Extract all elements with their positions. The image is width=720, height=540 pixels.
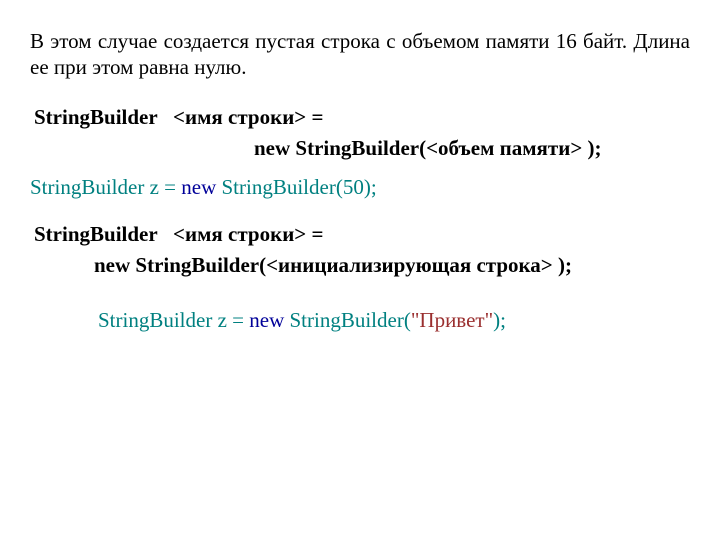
example1-navy: new (181, 175, 216, 199)
syntax2-constructor: new StringBuilder(<инициализирующая стро… (34, 253, 692, 278)
example2-navy: new (249, 308, 284, 332)
syntax1-constructor: new StringBuilder(<объем памяти> ); (34, 136, 692, 161)
example2-teal-a: StringBuilder z = (98, 308, 249, 332)
example-2: StringBuilder z = new StringBuilder("При… (28, 308, 692, 333)
syntax2-declaration: StringBuilder <имя строки> = (34, 222, 692, 247)
syntax1-declaration: StringBuilder <имя строки> = (34, 105, 692, 130)
example1-teal-a: StringBuilder z = (30, 175, 181, 199)
example2-teal-b: StringBuilder( (284, 308, 411, 332)
syntax-block-2: StringBuilder <имя строки> = new StringB… (34, 222, 692, 278)
example1-teal-b: StringBuilder(50); (216, 175, 376, 199)
intro-paragraph: В этом случае создается пустая строка с … (30, 28, 690, 81)
example2-maroon: "Привет" (411, 308, 493, 332)
syntax-block-1: StringBuilder <имя строки> = new StringB… (34, 105, 692, 161)
example-1: StringBuilder z = new StringBuilder(50); (30, 175, 692, 200)
example2-teal-c: ); (493, 308, 506, 332)
